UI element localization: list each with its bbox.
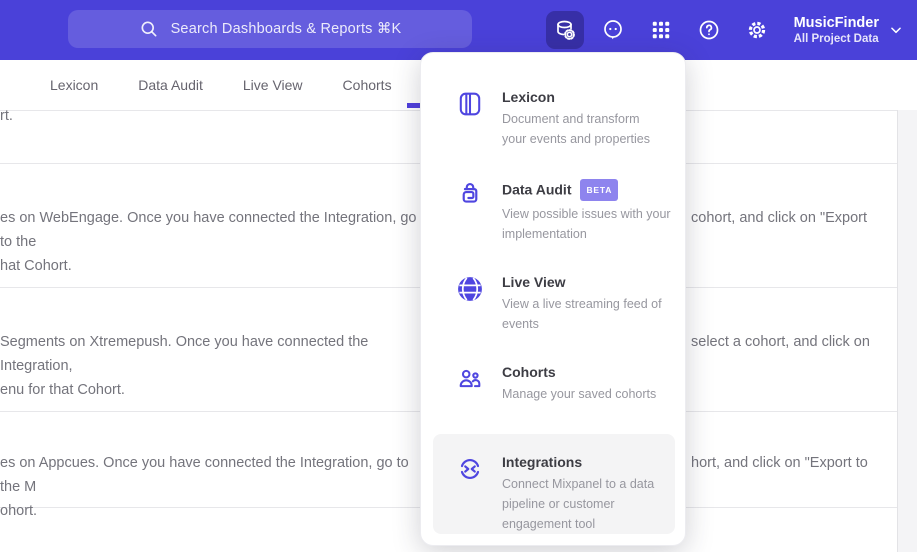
search-placeholder: Search Dashboards & Reports ⌘K <box>170 21 402 37</box>
active-tab-indicator <box>407 103 420 108</box>
audit-icon <box>462 183 478 203</box>
menu-item-text: Data Audit BETA View possible issues with… <box>502 179 671 244</box>
data-management-button[interactable] <box>545 11 584 49</box>
globe-icon <box>458 277 482 301</box>
tab-data-audit[interactable]: Data Audit <box>138 77 203 93</box>
menu-item-description: Manage your saved cohorts <box>502 387 657 401</box>
menu-item-text: Lexicon Document and transform your even… <box>502 89 650 149</box>
apps-grid-icon <box>652 21 669 39</box>
search-input[interactable]: Search Dashboards & Reports ⌘K <box>68 10 472 48</box>
top-navigation-bar: Search Dashboards & Reports ⌘K MusicFind… <box>0 0 917 60</box>
beta-badge: BETA <box>580 179 619 201</box>
integration-row-text: Segments on Xtremepush. Once you have co… <box>0 334 369 398</box>
chevron-down-icon <box>891 27 901 34</box>
menu-item-lexicon[interactable]: Lexicon Document and transform your even… <box>457 89 671 149</box>
users-icon <box>459 369 481 388</box>
mixpanel-app-window: Search Dashboards & Reports ⌘K MusicFind… <box>0 0 917 552</box>
menu-item-description: View a live streaming feed of events <box>502 297 662 331</box>
topbar-actions: MusicFinder All Project Data <box>545 0 903 60</box>
menu-item-integrations[interactable]: Integrations Connect Mixpanel to a data … <box>457 454 671 534</box>
project-name: MusicFinder <box>793 14 879 31</box>
help-button[interactable] <box>690 11 728 49</box>
tab-live-view[interactable]: Live View <box>243 77 303 93</box>
apps-grid-button[interactable] <box>642 11 680 49</box>
tabs: Lexicon Data Audit Live View Cohorts <box>50 60 392 110</box>
sync-icon <box>460 459 480 479</box>
menu-item-title: Lexicon <box>502 89 555 105</box>
integration-row-text-right: select a cohort, and click on <box>691 334 870 350</box>
project-switcher[interactable]: MusicFinder All Project Data <box>794 14 903 47</box>
menu-item-text: Integrations Connect Mixpanel to a data … <box>502 454 654 534</box>
vertical-scrollbar[interactable] <box>897 110 917 552</box>
menu-item-text: Cohorts Manage your saved cohorts <box>502 364 656 404</box>
help-icon <box>699 20 718 40</box>
menu-item-title: Data Audit BETA <box>502 179 671 201</box>
integration-row-text: es on Appcues. Once you have connected t… <box>0 455 409 519</box>
project-subtitle: All Project Data <box>793 32 879 45</box>
menu-item-description: Document and transform your events and p… <box>502 112 651 146</box>
gear-icon <box>748 21 765 39</box>
data-management-dropdown: Lexicon Document and transform your even… <box>420 52 686 546</box>
truncated-row-text: rt. <box>0 108 13 124</box>
integration-row-text-right: cohort, and click on "Export <box>691 210 868 226</box>
integration-row-text-right: hort, and click on "Export to <box>691 455 868 471</box>
search-icon <box>141 21 157 37</box>
tab-lexicon[interactable]: Lexicon <box>50 77 98 93</box>
menu-item-description: Connect Mixpanel to a data pipeline or c… <box>502 477 655 531</box>
tab-cohorts[interactable]: Cohorts <box>343 77 392 93</box>
book-icon <box>459 92 481 116</box>
menu-item-live-view[interactable]: Live View View a live streaming feed of … <box>457 274 671 334</box>
menu-item-description: View possible issues with your implement… <box>502 207 671 241</box>
database-gear-icon <box>556 20 575 40</box>
menu-item-title: Integrations <box>502 454 583 470</box>
settings-button[interactable] <box>738 11 776 49</box>
integration-row-text: es on WebEngage. Once you have connected… <box>0 210 417 274</box>
project-info: MusicFinder All Project Data <box>794 14 879 47</box>
menu-item-data-audit[interactable]: Data Audit BETA View possible issues with… <box>457 179 671 244</box>
menu-item-cohorts[interactable]: Cohorts Manage your saved cohorts <box>457 364 671 404</box>
menu-item-title: Cohorts <box>502 364 556 380</box>
menu-item-text: Live View View a live streaming feed of … <box>502 274 662 334</box>
chat-face-icon <box>603 20 622 40</box>
feedback-button[interactable] <box>594 11 632 49</box>
menu-item-title: Live View <box>502 274 566 290</box>
